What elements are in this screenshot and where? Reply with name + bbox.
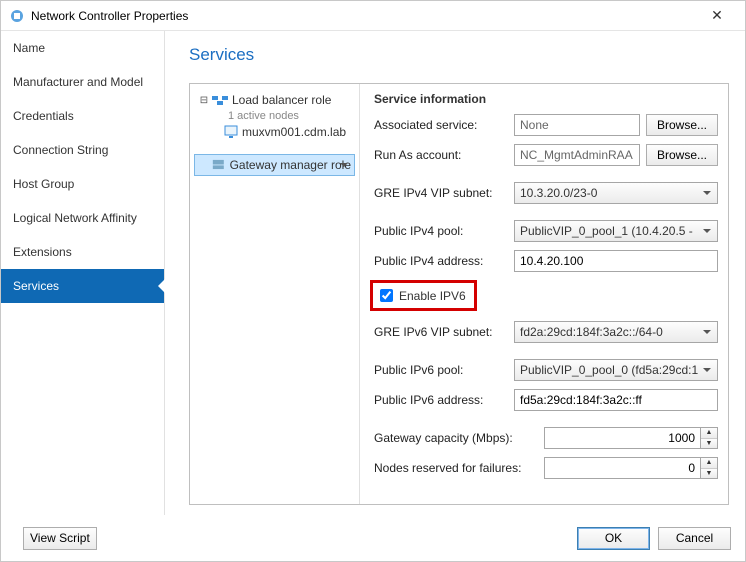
sidebar-item-logical-network-affinity[interactable]: Logical Network Affinity	[1, 201, 164, 235]
titlebar: Network Controller Properties ✕	[1, 1, 745, 31]
gre-ipv4-select[interactable]: 10.3.20.0/23-0	[514, 182, 718, 204]
sidebar-item-manufacturer[interactable]: Manufacturer and Model	[1, 65, 164, 99]
pool-ipv6-select[interactable]: PublicVIP_0_pool_0 (fd5a:29cd:1	[514, 359, 718, 381]
vm-icon	[224, 125, 238, 139]
nodes-reserved-field[interactable]	[544, 457, 701, 479]
capacity-spinner[interactable]: ▲▼	[701, 427, 718, 449]
tree-toggle-icon[interactable]: ⊟	[198, 95, 210, 106]
addr-ipv4-field[interactable]	[514, 250, 718, 272]
sidebar-item-services[interactable]: Services	[1, 269, 164, 303]
gre-ipv4-label: GRE IPv4 VIP subnet:	[374, 186, 514, 200]
sidebar: Name Manufacturer and Model Credentials …	[1, 31, 165, 515]
roles-tree: ⊟ Load balancer role 1 active nodes muxv…	[190, 84, 360, 504]
spin-up-icon[interactable]: ▲	[701, 458, 717, 469]
tree-role-load-balancer[interactable]: ⊟ Load balancer role	[194, 90, 355, 110]
runas-browse-button[interactable]: Browse...	[646, 144, 718, 166]
pool-ipv4-label: Public IPv4 pool:	[374, 224, 514, 238]
dialog-window: Network Controller Properties ✕ Name Man…	[0, 0, 746, 562]
tree-role-gateway-manager[interactable]: Gateway manager role	[194, 154, 355, 176]
content-pane: Services ⊟ Load balancer role 1 active n…	[165, 31, 745, 515]
sidebar-item-name[interactable]: Name	[1, 31, 164, 65]
gre-ipv6-label: GRE IPv6 VIP subnet:	[374, 325, 514, 339]
app-icon	[9, 8, 25, 24]
tree-role-label: Gateway manager role	[230, 158, 351, 172]
runas-field	[514, 144, 640, 166]
tree-node-label: muxvm001.cdm.lab	[242, 125, 346, 139]
enable-ipv6-checkbox[interactable]	[380, 289, 393, 302]
page-title: Services	[189, 45, 729, 65]
addr-ipv6-label: Public IPv6 address:	[374, 393, 514, 407]
dialog-footer: View Script OK Cancel	[1, 515, 745, 561]
assoc-service-field	[514, 114, 640, 136]
view-script-button[interactable]: View Script	[23, 527, 97, 550]
assoc-browse-button[interactable]: Browse...	[646, 114, 718, 136]
enable-ipv6-highlight: Enable IPV6	[370, 280, 477, 311]
addr-ipv6-field[interactable]	[514, 389, 718, 411]
nodes-spinner[interactable]: ▲▼	[701, 457, 718, 479]
pool-ipv4-select[interactable]: PublicVIP_0_pool_1 (10.4.20.5 -	[514, 220, 718, 242]
sidebar-item-host-group[interactable]: Host Group	[1, 167, 164, 201]
enable-ipv6-label: Enable IPV6	[399, 289, 466, 303]
close-button[interactable]: ✕	[697, 7, 737, 24]
service-info-form: Service information Associated service: …	[360, 84, 728, 504]
tree-role-subtext: 1 active nodes	[194, 110, 355, 122]
nodes-reserved-label: Nodes reserved for failures:	[374, 461, 544, 475]
spin-down-icon[interactable]: ▼	[701, 439, 717, 449]
gre-ipv6-select[interactable]: fd2a:29cd:184f:3a2c::/64-0	[514, 321, 718, 343]
pool-ipv6-label: Public IPv6 pool:	[374, 363, 514, 377]
window-title: Network Controller Properties	[31, 9, 697, 23]
capacity-label: Gateway capacity (Mbps):	[374, 431, 544, 445]
sidebar-item-connection-string[interactable]: Connection String	[1, 133, 164, 167]
tree-role-label: Load balancer role	[232, 93, 331, 107]
spin-down-icon[interactable]: ▼	[701, 469, 717, 479]
capacity-field[interactable]	[544, 427, 701, 449]
runas-label: Run As account:	[374, 148, 514, 162]
gateway-icon	[211, 159, 226, 171]
addr-ipv4-label: Public IPv4 address:	[374, 254, 514, 268]
sidebar-item-credentials[interactable]: Credentials	[1, 99, 164, 133]
ok-button[interactable]: OK	[577, 527, 650, 550]
tree-node-muxvm[interactable]: muxvm001.cdm.lab	[194, 122, 355, 142]
form-header: Service information	[374, 92, 718, 106]
services-panel: ⊟ Load balancer role 1 active nodes muxv…	[189, 83, 729, 505]
sidebar-item-extensions[interactable]: Extensions	[1, 235, 164, 269]
assoc-service-label: Associated service:	[374, 118, 514, 132]
role-icon	[212, 94, 228, 106]
spin-up-icon[interactable]: ▲	[701, 428, 717, 439]
cancel-button[interactable]: Cancel	[658, 527, 731, 550]
